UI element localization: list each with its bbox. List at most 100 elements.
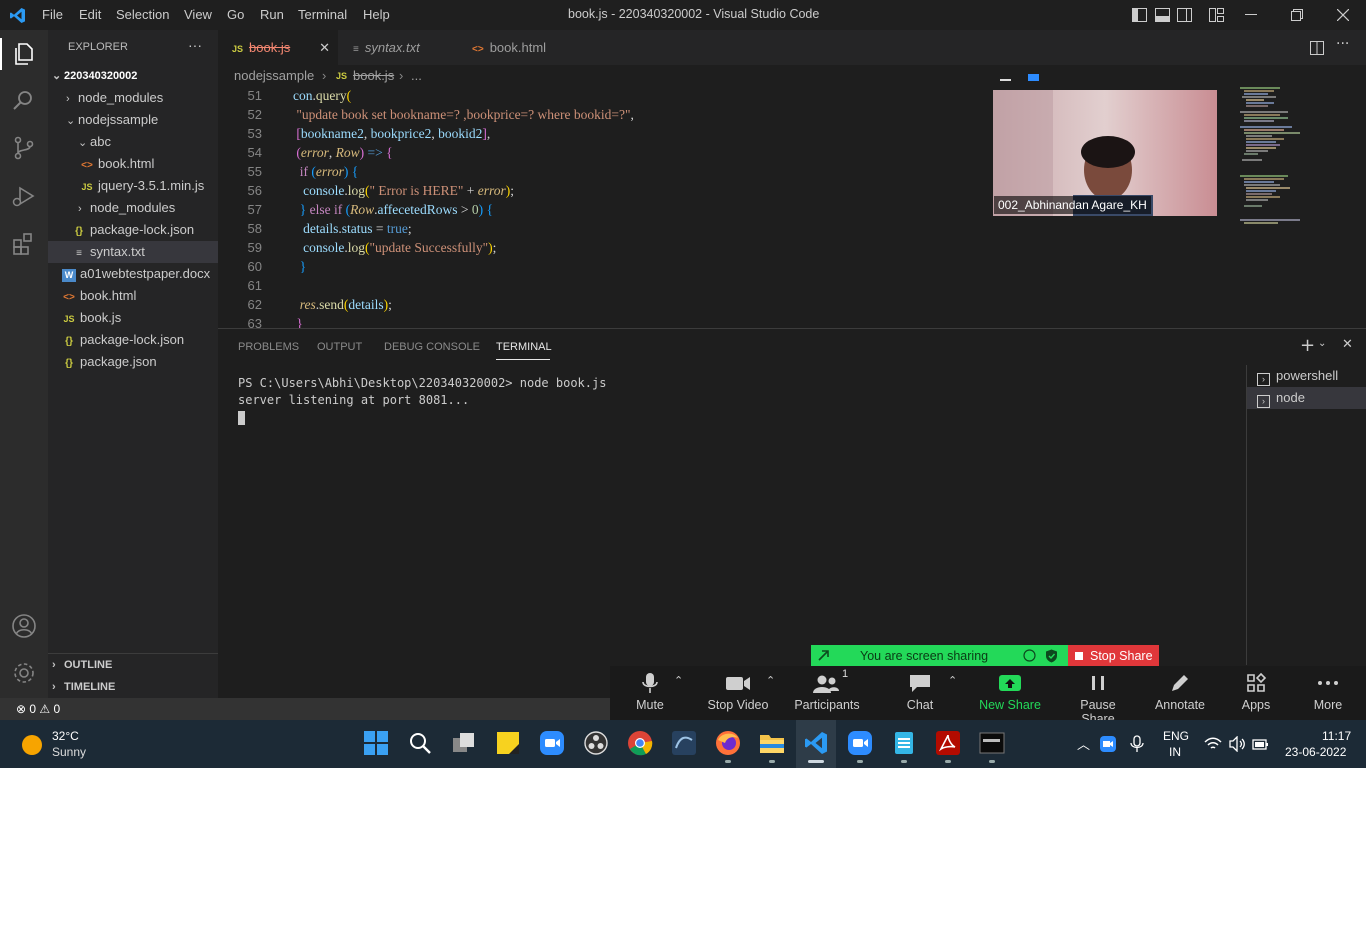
toggle-secondary-sidebar-icon[interactable] bbox=[1177, 8, 1192, 22]
menu-view[interactable]: View bbox=[184, 7, 212, 22]
annotate-button[interactable]: Annotate bbox=[1153, 671, 1207, 712]
tree-docx[interactable]: Wa01webtestpaper.docx bbox=[62, 263, 210, 285]
breadcrumb-file[interactable]: book.js bbox=[353, 65, 394, 87]
acrobat-icon[interactable] bbox=[935, 730, 961, 756]
run-debug-icon[interactable] bbox=[10, 182, 38, 210]
stop-video-button[interactable]: Stop Video bbox=[706, 671, 770, 712]
stop-share-button[interactable]: Stop Share bbox=[1068, 645, 1159, 667]
tree-node-modules-2[interactable]: › node_modules bbox=[78, 197, 175, 219]
toggle-panel-icon[interactable] bbox=[1155, 8, 1170, 22]
extensions-icon[interactable] bbox=[10, 230, 38, 258]
restore-icon[interactable] bbox=[1291, 9, 1303, 21]
chat-options-icon[interactable]: ⌃ bbox=[948, 674, 957, 687]
tab-book-js[interactable]: JS book.js ✕ bbox=[218, 30, 338, 65]
terminal-item-powershell[interactable]: › powershell bbox=[1247, 365, 1366, 387]
vscode-taskbar-icon[interactable] bbox=[803, 730, 829, 756]
notepad-icon[interactable] bbox=[891, 730, 917, 756]
terminal-item-node[interactable]: › node bbox=[1247, 387, 1366, 409]
terminal-output[interactable]: PS C:\Users\Abhi\Desktop\220340320002> n… bbox=[238, 375, 606, 425]
minimap[interactable] bbox=[1238, 87, 1366, 328]
tree-package-lock-json-2[interactable]: {} package-lock.json bbox=[62, 329, 184, 351]
menu-go[interactable]: Go bbox=[227, 7, 244, 22]
apps-button[interactable]: Apps bbox=[1238, 671, 1274, 712]
mysql-shell-icon[interactable] bbox=[979, 730, 1005, 756]
gear-icon[interactable] bbox=[10, 659, 38, 687]
tab-syntax-txt[interactable]: ≡ syntax.txt bbox=[339, 30, 457, 65]
search-icon[interactable] bbox=[10, 87, 38, 115]
tree-nodejssample[interactable]: ⌄ nodejssample bbox=[66, 109, 158, 131]
tree-book-js[interactable]: JS book.js bbox=[62, 307, 121, 329]
menu-help[interactable]: Help bbox=[363, 7, 390, 22]
clock-time[interactable]: 11:17 bbox=[1322, 729, 1351, 743]
volume-icon[interactable] bbox=[1228, 736, 1246, 752]
menu-file[interactable]: File bbox=[42, 7, 63, 22]
new-share-button[interactable]: New Share bbox=[976, 671, 1044, 712]
view-mode-icon[interactable] bbox=[1028, 74, 1039, 81]
outline-section[interactable]: › OUTLINE bbox=[52, 654, 112, 676]
windows-start-icon[interactable] bbox=[363, 730, 389, 756]
problems-status[interactable]: ⊗ 0 ⚠ 0 bbox=[16, 698, 60, 720]
info-icon[interactable] bbox=[1023, 649, 1036, 662]
tree-book-html[interactable]: <> book.html bbox=[80, 153, 154, 175]
mute-button[interactable]: Mute bbox=[630, 671, 670, 712]
timeline-section[interactable]: › TIMELINE bbox=[52, 676, 115, 698]
zoom-video-window[interactable]: 002_Abhinandan Agare_KH bbox=[993, 66, 1217, 216]
explorer-root[interactable]: ⌄ 220340320002 bbox=[52, 65, 137, 87]
tab-terminal[interactable]: TERMINAL bbox=[496, 341, 552, 353]
customize-layout-icon[interactable] bbox=[1209, 8, 1224, 22]
tree-abc[interactable]: ⌄ abc bbox=[78, 131, 111, 153]
tab-problems[interactable]: PROBLEMS bbox=[238, 341, 299, 353]
zoom-meeting-icon[interactable] bbox=[847, 730, 873, 756]
wifi-icon[interactable] bbox=[1204, 737, 1222, 751]
terminal-dropdown-icon[interactable]: ⌄ bbox=[1318, 338, 1326, 349]
accounts-icon[interactable] bbox=[10, 612, 38, 640]
sticky-notes-icon[interactable] bbox=[495, 730, 521, 756]
toggle-sidebar-icon[interactable] bbox=[1132, 8, 1147, 22]
obs-icon[interactable] bbox=[583, 730, 609, 756]
task-view-icon[interactable] bbox=[451, 730, 477, 756]
tab-book-html[interactable]: <> book.html bbox=[458, 30, 576, 65]
menu-edit[interactable]: Edit bbox=[79, 7, 101, 22]
explorer-icon[interactable] bbox=[10, 40, 38, 68]
close-window-icon[interactable] bbox=[1337, 9, 1349, 21]
menu-terminal[interactable]: Terminal bbox=[298, 7, 347, 22]
search-icon[interactable] bbox=[407, 730, 433, 756]
minimize-video-icon[interactable] bbox=[1000, 79, 1011, 81]
editor-more-icon[interactable]: ··· bbox=[1336, 36, 1349, 52]
battery-icon[interactable] bbox=[1252, 737, 1270, 751]
clock-date[interactable]: 23-06-2022 bbox=[1285, 745, 1346, 759]
close-panel-icon[interactable]: ✕ bbox=[1342, 337, 1353, 352]
tree-package-lock-json[interactable]: {} package-lock.json bbox=[72, 219, 194, 241]
drag-handle-icon[interactable] bbox=[817, 649, 830, 662]
menu-run[interactable]: Run bbox=[260, 7, 284, 22]
pause-share-button[interactable]: Pause Share bbox=[1064, 671, 1132, 726]
tree-syntax-txt[interactable]: ≡ syntax.txt bbox=[48, 241, 218, 263]
tree-node-modules[interactable]: › node_modules bbox=[66, 87, 163, 109]
breadcrumb-folder[interactable]: nodejssample bbox=[234, 65, 314, 87]
file-explorer-icon[interactable] bbox=[759, 730, 785, 756]
source-control-icon[interactable] bbox=[10, 134, 38, 162]
tree-jquery-js[interactable]: JS jquery-3.5.1.min.js bbox=[80, 175, 204, 197]
chrome-icon[interactable] bbox=[627, 730, 653, 756]
participants-button[interactable]: Participants 1 bbox=[794, 668, 860, 712]
zoom-tray-icon[interactable] bbox=[1100, 736, 1116, 752]
more-button[interactable]: More bbox=[1310, 671, 1346, 712]
microphone-tray-icon[interactable] bbox=[1130, 735, 1144, 753]
new-terminal-icon[interactable]: + bbox=[1300, 335, 1315, 356]
show-hidden-icons-icon[interactable]: ︿ bbox=[1077, 734, 1090, 753]
tab-debug-console[interactable]: DEBUG CONSOLE bbox=[384, 341, 480, 353]
zoom-app-icon[interactable] bbox=[539, 730, 565, 756]
video-options-icon[interactable]: ⌃ bbox=[766, 674, 775, 687]
weather-temp[interactable]: 32°C bbox=[52, 729, 79, 743]
explorer-more-button[interactable]: ··· bbox=[188, 37, 202, 53]
mysql-workbench-icon[interactable] bbox=[671, 730, 697, 756]
tree-package-json[interactable]: {} package.json bbox=[62, 351, 157, 373]
menu-selection[interactable]: Selection bbox=[116, 7, 169, 22]
close-tab-icon[interactable]: ✕ bbox=[319, 30, 330, 65]
chat-button[interactable]: Chat bbox=[900, 671, 940, 712]
tab-output[interactable]: OUTPUT bbox=[317, 341, 362, 353]
weather-desc[interactable]: Sunny bbox=[52, 745, 86, 759]
minimize-icon[interactable] bbox=[1245, 14, 1257, 16]
region-indicator[interactable]: IN bbox=[1169, 745, 1181, 759]
tree-book-html-2[interactable]: <> book.html bbox=[62, 285, 136, 307]
